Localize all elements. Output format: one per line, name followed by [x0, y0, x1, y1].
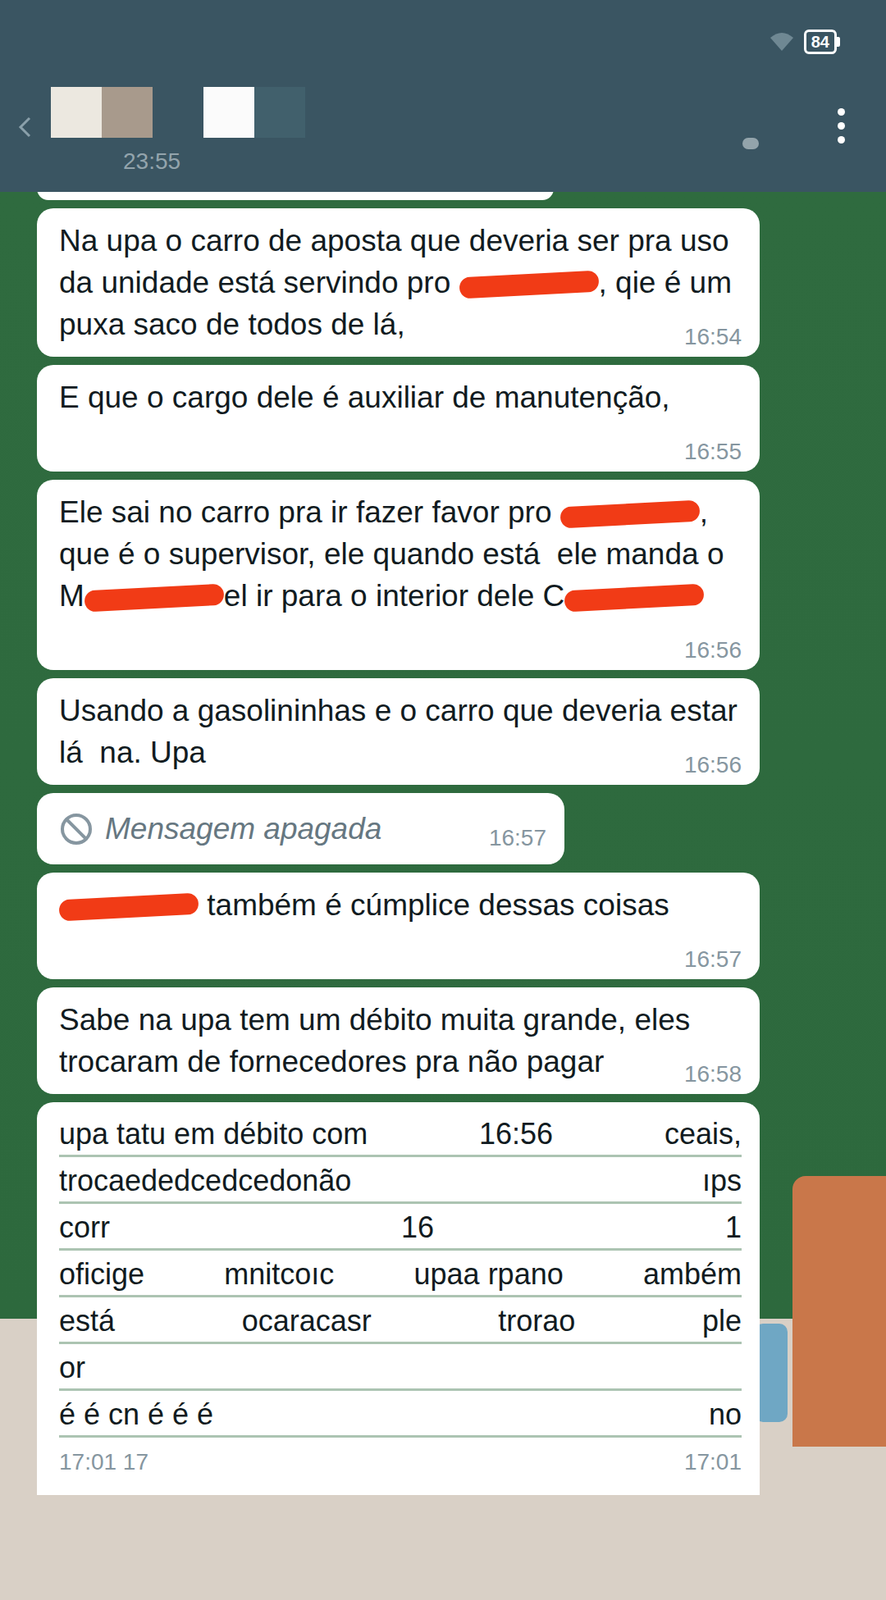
- text-segment: E que o cargo dele é auxiliar de manuten…: [59, 380, 671, 415]
- blur-block: [101, 86, 153, 138]
- message-text: Na upa o carro de aposta que deveria ser…: [59, 219, 742, 346]
- plant-pot: [754, 1324, 788, 1423]
- glitch-fragment: upaa rpano: [414, 1254, 564, 1296]
- plant-pot: [792, 1176, 886, 1448]
- glitch-line: trocaededcedcedonão ıps: [59, 1160, 742, 1205]
- battery-level: 84: [803, 29, 837, 55]
- message-bubble-partial: [36, 191, 554, 201]
- glitch-line: upa tatu em débito com 16:56 ceais,: [59, 1114, 742, 1158]
- glitch-fragment: é é cn é é é: [59, 1394, 214, 1436]
- status-bar: 84: [769, 29, 841, 55]
- menu-icon[interactable]: [837, 108, 845, 144]
- deleted-text: Mensagem apagada: [105, 808, 382, 850]
- back-icon[interactable]: [16, 114, 33, 140]
- redaction-mark: [564, 584, 705, 613]
- glitch-line: é é cn é é é no: [59, 1394, 742, 1439]
- battery-icon: 84: [803, 29, 841, 55]
- message-bubble[interactable]: Usando a gasolininhas e o carro que deve…: [36, 678, 760, 786]
- blur-block: [203, 86, 255, 138]
- glitch-fragment: ıps: [702, 1160, 742, 1202]
- time-spacer: [205, 754, 297, 763]
- message-text: Ele sai no carro pra ir fazer favor pro …: [59, 491, 742, 659]
- glitch-line: oficige mnitcoıc upaa rpano ambém: [59, 1254, 742, 1298]
- deleted-message[interactable]: Mensagem apagada 16:57: [36, 793, 565, 865]
- message-text: Sabe na upa tem um débito muita grande, …: [59, 999, 742, 1083]
- text-segment: Usando a gasolininhas e o carro que deve…: [59, 694, 746, 770]
- redaction-mark: [559, 500, 700, 530]
- glitch-fragment: no: [708, 1394, 742, 1436]
- time-spacer: [59, 441, 150, 450]
- message-time: 16:55: [684, 440, 742, 464]
- glitched-message[interactable]: upa tatu em débito com16:56ceais,trocaed…: [36, 1102, 760, 1496]
- text-segment: el ir para o interior dele C: [223, 579, 565, 613]
- glitch-fragment: trorao: [497, 1301, 576, 1343]
- message-list: Na upa o carro de aposta que deveria ser…: [0, 191, 886, 1496]
- glitch-fragment: 16:56: [479, 1114, 553, 1156]
- message-bubble[interactable]: E que o cargo dele é auxiliar de manuten…: [36, 365, 760, 472]
- time-spacer: [59, 639, 150, 649]
- ban-icon: [59, 812, 94, 847]
- glitch-fragment: corr: [59, 1207, 110, 1249]
- glitch-fragment: ambém: [643, 1254, 742, 1296]
- glitch-fragment: ocaracasr: [242, 1301, 372, 1343]
- redaction-mark: [458, 270, 599, 300]
- text-segment: também é cúmplice dessas coisas: [198, 888, 670, 923]
- glitch-line: or: [59, 1347, 742, 1392]
- menu-dot: [837, 136, 845, 144]
- message-bubble[interactable]: também é cúmplice dessas coisas 16:57: [36, 872, 760, 980]
- message-text: Usando a gasolininhas e o carro que deve…: [59, 689, 742, 774]
- menu-dot: [837, 122, 845, 130]
- message-time: 17:01 17: [59, 1446, 149, 1480]
- glitch-fragment: mnitcoıc: [223, 1254, 334, 1296]
- message-time: 16:56: [684, 639, 742, 663]
- message-time: 16:57: [488, 826, 547, 850]
- blur-block: [254, 86, 306, 138]
- glitch-footer: 17:01 17 17:01: [59, 1446, 742, 1480]
- glitch-fragment: ceais,: [664, 1114, 742, 1156]
- redaction-mark: [58, 893, 199, 923]
- battery-tip: [836, 36, 841, 47]
- time-spacer: [405, 326, 496, 335]
- message-time: 17:01: [684, 1446, 742, 1480]
- glitch-line: está ocaracasr trorao ple: [59, 1301, 742, 1345]
- glitch-fragment: oficige: [59, 1254, 145, 1296]
- time-spacer: [603, 1064, 695, 1073]
- message-time: 16:57: [684, 948, 742, 972]
- redaction-mark: [83, 584, 224, 613]
- message-bubble[interactable]: Sabe na upa tem um débito muita grande, …: [36, 987, 760, 1095]
- last-seen: 23:55: [123, 144, 181, 179]
- message-time: 16:58: [684, 1063, 742, 1087]
- glitch-fragment: or: [59, 1347, 86, 1389]
- glitch-fragment: ple: [702, 1301, 742, 1343]
- chat-header: 84 23:55: [0, 0, 886, 192]
- glitch-fragment: trocaededcedcedonão: [59, 1160, 352, 1202]
- blur-block: [50, 86, 102, 138]
- message-bubble[interactable]: Ele sai no carro pra ir fazer favor pro …: [36, 479, 760, 671]
- message-time: 16:54: [684, 325, 742, 349]
- glitch-fragment: upa tatu em débito com: [59, 1114, 368, 1156]
- text-segment: Sabe na upa tem um débito muita grande, …: [59, 1003, 699, 1079]
- blur-block: [152, 86, 204, 138]
- message-bubble[interactable]: Na upa o carro de aposta que deveria ser…: [36, 208, 760, 357]
- message-text: E que o cargo dele é auxiliar de manuten…: [59, 376, 742, 461]
- wifi-icon: [769, 31, 795, 53]
- blur-block: [742, 137, 759, 150]
- time-spacer: [59, 949, 150, 958]
- contact-name[interactable]: [50, 86, 306, 138]
- menu-dot: [837, 108, 845, 116]
- glitch-line: corr 16 1: [59, 1207, 742, 1252]
- text-segment: Ele sai no carro pra ir fazer favor pro: [59, 495, 561, 530]
- glitch-fragment: está: [59, 1301, 115, 1343]
- chat-area: Na upa o carro de aposta que deveria ser…: [0, 191, 886, 1600]
- message-text: também é cúmplice dessas coisas: [59, 884, 742, 969]
- message-time: 16:56: [684, 753, 742, 777]
- glitch-fragment: 16: [401, 1207, 434, 1249]
- glitch-fragment: 1: [725, 1207, 742, 1249]
